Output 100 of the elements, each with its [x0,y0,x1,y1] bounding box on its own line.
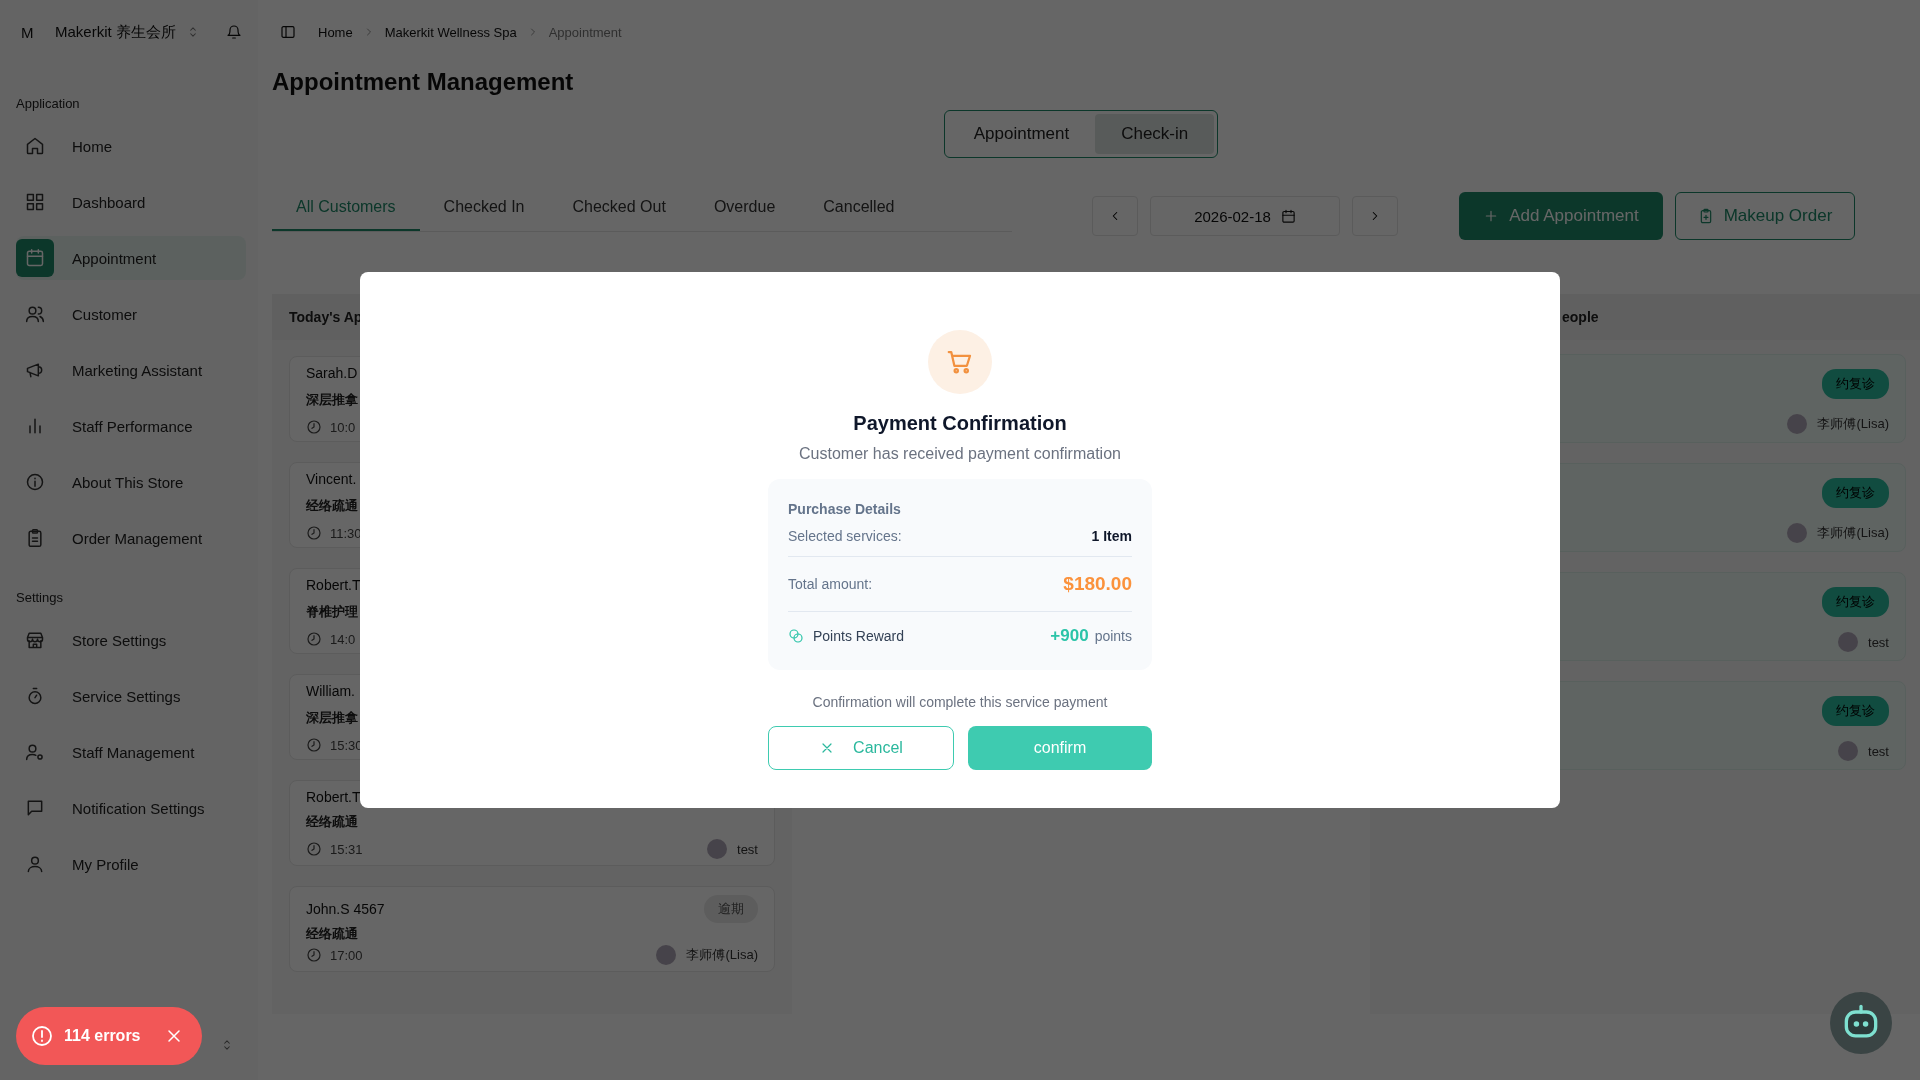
sidebar-item[interactable]: Service Settings [16,674,246,718]
customer-name: Sarah.D [306,365,358,381]
status-tab[interactable]: Overdue [689,184,800,231]
add-appointment-button[interactable]: Add Appointment [1459,192,1663,240]
clock-icon [306,947,322,963]
detail-label: Selected services: [788,528,902,544]
megaphone-icon [25,360,45,380]
view-toggle-tab[interactable]: Check-in [1095,114,1215,154]
follow-up-badge[interactable]: 约复诊 [1822,696,1889,726]
breadcrumb-link[interactable]: Home [318,24,353,40]
points-value: +900 [1050,626,1089,646]
appointment-time: 15:31 [330,841,363,857]
customer-name: Robert.T [306,789,361,805]
calendar-icon [25,248,45,268]
sidebar-item[interactable]: My Profile [16,842,246,886]
clock-icon [306,841,322,857]
sidebar-item[interactable]: Order Management [16,516,246,560]
sidebar-item[interactable]: Store Settings [16,618,246,662]
makeup-order-button[interactable]: Makeup Order [1675,192,1855,240]
detail-value: 1 Item [1091,528,1132,544]
appointment-card[interactable]: John.S 4567 逾期 经络疏通 17:00 李师傅(Lisa) [289,886,775,972]
total-amount: $180.00 [1063,573,1132,595]
avatar-circle [1838,741,1859,761]
timer-icon [25,686,45,706]
staff-name: test [1868,634,1889,650]
sidebar-item[interactable]: Staff Performance [16,404,246,448]
customer-name: John.S 4567 [306,901,385,917]
follow-up-badge[interactable]: 约复诊 [1822,478,1889,508]
staff-name: 李师傅(Lisa) [1817,524,1889,542]
staff-name: test [1868,743,1889,759]
store-icon [25,630,45,650]
staff-name: 李师傅(Lisa) [1817,415,1889,433]
home-icon [25,136,45,156]
status-tab[interactable]: All Customers [272,184,420,231]
cancel-button[interactable]: Cancel [768,726,954,770]
sidebar-item[interactable]: Home [16,124,246,168]
org-avatar[interactable]: M [21,23,55,41]
dialog-subtitle: Customer has received payment confirmation [799,445,1121,463]
follow-up-badge[interactable]: 约复诊 [1822,369,1889,399]
appointment-time: 14:0 [330,631,356,647]
chat-bubble-icon [25,798,45,818]
avatar-circle [707,839,728,859]
customer-name: Robert.T [306,577,361,593]
coins-icon [788,628,804,644]
info-icon [25,472,45,492]
previous-day-button[interactable] [1092,196,1138,236]
alert-circle-icon [30,1024,54,1048]
service-name: 经络疏通 [306,813,359,831]
avatar-circle [1787,523,1808,543]
org-name[interactable]: Makerkit 养生会所 [55,22,176,42]
status-tab[interactable]: Cancelled [799,184,919,231]
service-name: 深层推拿 [306,709,359,727]
clock-icon [306,737,322,753]
staff-name: test [737,841,758,857]
sidebar-item[interactable]: Notification Settings [16,786,246,830]
clipboard-icon [25,528,45,548]
bell-icon [225,24,242,40]
details-heading: Purchase Details [788,501,902,517]
section-label: Settings [16,590,64,607]
appointment-time: 10:0 [330,419,356,435]
detail-label: Total amount: [788,576,873,592]
confirm-button[interactable]: confirm [968,726,1152,770]
status-badge: 逾期 [704,895,758,923]
sidebar-item[interactable]: Marketing Assistant [16,348,246,392]
sidebar-item[interactable]: Appointment [16,236,246,280]
sidebar-item[interactable]: Customer [16,292,246,336]
clock-icon [306,525,322,541]
calendar-icon [1280,208,1296,224]
section-label: Application [16,96,81,113]
user-gear-icon [25,742,45,762]
avatar-circle [1838,632,1859,652]
sidebar-item[interactable]: About This Store [16,460,246,504]
points-unit: points [1094,628,1132,644]
users-icon [25,304,45,324]
clock-icon [306,419,322,435]
error-toast[interactable]: 114 errors [16,1007,202,1065]
user-icon [25,854,45,874]
next-day-button[interactable] [1352,196,1398,236]
status-tab[interactable]: Checked In [419,184,549,231]
breadcrumb-link[interactable]: Makerkit Wellness Spa [384,24,517,40]
date-picker[interactable]: 2026-02-18 [1150,196,1340,236]
column-title: eople [1562,309,1599,325]
grid-icon [25,192,45,212]
service-name: 经络疏通 [306,497,359,515]
appointment-time: 17:00 [330,947,363,963]
follow-up-badge[interactable]: 约复诊 [1822,587,1889,617]
status-tab[interactable]: Checked Out [548,184,690,231]
clock-icon [306,631,322,647]
avatar-circle [656,945,677,965]
customer-name: Vincent. [306,471,357,487]
dialog-title: Payment Confirmation [853,412,1067,435]
sidebar-item[interactable]: Staff Management [16,730,246,774]
sidebar-toggle-icon [280,24,296,40]
error-count[interactable]: 114 errors [64,1027,154,1045]
detail-label: Points Reward [813,628,905,644]
sidebar-item[interactable]: Dashboard [16,180,246,224]
staff-name: 李师傅(Lisa) [686,946,758,964]
service-name: 脊椎护理 [306,603,359,621]
service-name: 经络疏通 [306,925,359,943]
customer-name: William. [306,683,355,699]
